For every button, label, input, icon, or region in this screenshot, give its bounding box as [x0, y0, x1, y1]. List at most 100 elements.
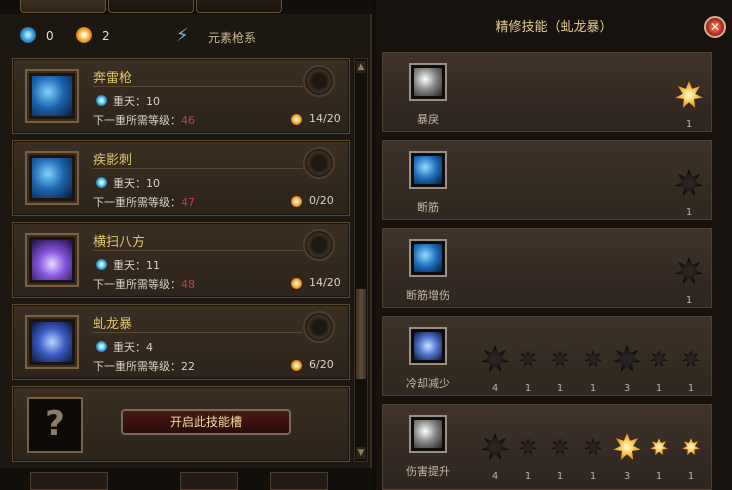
star-count: 4	[491, 383, 499, 394]
dragon-skill-icon	[32, 322, 72, 362]
scroll-thumb[interactable]	[356, 289, 366, 379]
cost-gem-icon	[291, 278, 302, 289]
perk-icon	[414, 156, 442, 184]
divider	[93, 250, 303, 251]
star-icon[interactable]	[650, 350, 668, 368]
skill-name: 虬龙暴	[93, 317, 133, 332]
star-icon[interactable]	[584, 438, 602, 456]
star-count: 1	[556, 471, 564, 482]
star-icon[interactable]	[613, 345, 641, 372]
perk-icon-frame[interactable]	[409, 327, 447, 365]
skill-rank: 重天：11	[113, 259, 160, 272]
spear-branch-icon: ⚡	[176, 25, 189, 46]
skill-icon-frame[interactable]	[25, 69, 79, 123]
skill-requirement: 下一重所需等级：48	[93, 278, 195, 291]
rank-gem-icon	[96, 95, 107, 106]
perk-row: 冷却减少 4 1 1 1 3 1 1	[382, 316, 712, 396]
star-icon[interactable]	[519, 350, 537, 368]
perk-icon-frame[interactable]	[409, 63, 447, 101]
skill-slot-button[interactable]	[303, 229, 335, 261]
star-count: 1	[524, 383, 532, 394]
skill-cost: 0/20	[309, 194, 334, 207]
star-count: 1	[685, 295, 693, 306]
orange-points: 2	[102, 29, 110, 43]
bottom-button[interactable]	[180, 472, 238, 490]
star-count: 1	[589, 383, 597, 394]
star-icon[interactable]	[682, 438, 700, 456]
perk-name: 伤害提升	[406, 465, 450, 478]
skill-slot-button[interactable]	[303, 147, 335, 179]
star-icon[interactable]	[675, 81, 703, 108]
bottom-button[interactable]	[30, 472, 108, 490]
skill-cost: 14/20	[309, 276, 341, 289]
locked-skill-slot: ? 开启此技能槽	[12, 386, 350, 462]
scrollbar[interactable]: ▲ ▼	[354, 58, 368, 462]
star-count: 3	[623, 471, 631, 482]
star-icon[interactable]	[675, 257, 703, 284]
perk-icon-frame[interactable]	[409, 151, 447, 189]
skill-requirement: 下一重所需等级：22	[93, 360, 195, 373]
perk-name: 断筋	[417, 201, 439, 214]
question-mark-icon: ?	[27, 397, 83, 453]
skill-rank: 重天：10	[113, 177, 160, 190]
perk-name: 冷却减少	[406, 377, 450, 390]
perk-row: 伤害提升 4 1 1 1 3 1 1	[382, 404, 712, 490]
skill-card[interactable]: 奔雷枪 重天：10 下一重所需等级：46 14/20	[12, 58, 350, 134]
star-count: 1	[655, 471, 663, 482]
rank-gem-icon	[96, 177, 107, 188]
blue-gem-icon	[20, 27, 36, 43]
perk-icon-frame[interactable]	[409, 239, 447, 277]
star-count: 3	[623, 383, 631, 394]
star-icon[interactable]	[481, 433, 509, 460]
skill-card[interactable]: 横扫八方 重天：11 下一重所需等级：48 14/20	[12, 222, 350, 298]
skill-slot-button[interactable]	[303, 65, 335, 97]
tab-skills[interactable]	[20, 0, 106, 13]
skill-requirement: 下一重所需等级：46	[93, 114, 195, 127]
skill-rank: 重天：10	[113, 95, 160, 108]
skill-requirement: 下一重所需等级：47	[93, 196, 195, 209]
panel-title: 精修技能（虬龙暴）	[495, 20, 613, 35]
skill-card[interactable]: 虬龙暴 重天：4 下一重所需等级：22 6/20	[12, 304, 350, 380]
cost-gem-icon	[291, 196, 302, 207]
star-count: 1	[524, 471, 532, 482]
scroll-up-icon[interactable]: ▲	[356, 61, 366, 73]
star-count: 1	[589, 471, 597, 482]
scroll-down-icon[interactable]: ▼	[356, 447, 366, 459]
close-icon[interactable]: ✕	[704, 16, 726, 38]
perk-icon	[414, 68, 442, 96]
cost-gem-icon	[291, 114, 302, 125]
star-icon[interactable]	[650, 438, 668, 456]
skill-icon-frame[interactable]	[25, 315, 79, 369]
skill-card[interactable]: 疾影刺 重天：10 下一重所需等级：47 0/20	[12, 140, 350, 216]
bottom-button[interactable]	[270, 472, 328, 490]
star-icon[interactable]	[682, 350, 700, 368]
skill-cost: 6/20	[309, 358, 334, 371]
skill-name: 奔雷枪	[93, 71, 133, 86]
perk-row: 断筋增伤 1	[382, 228, 712, 308]
star-count: 1	[685, 119, 693, 130]
star-count: 1	[556, 383, 564, 394]
sweep-skill-icon	[32, 240, 72, 280]
perk-icon-frame[interactable]	[409, 415, 447, 453]
perk-icon	[414, 420, 442, 448]
skill-slot-button[interactable]	[303, 311, 335, 343]
tab-second[interactable]	[108, 0, 194, 13]
star-icon[interactable]	[551, 438, 569, 456]
star-icon[interactable]	[551, 350, 569, 368]
skill-icon-frame[interactable]	[25, 233, 79, 287]
star-icon[interactable]	[584, 350, 602, 368]
star-icon[interactable]	[519, 438, 537, 456]
skill-rank: 重天：4	[113, 341, 153, 354]
blue-points: 0	[46, 29, 54, 43]
star-icon[interactable]	[481, 345, 509, 372]
star-count: 1	[655, 383, 663, 394]
divider	[93, 168, 303, 169]
cost-gem-icon	[291, 360, 302, 371]
star-icon[interactable]	[675, 169, 703, 196]
skill-icon-frame[interactable]	[25, 151, 79, 205]
skill-name: 疾影刺	[93, 153, 133, 168]
skill-cost: 14/20	[309, 112, 341, 125]
star-icon[interactable]	[613, 433, 641, 460]
open-slot-button[interactable]: 开启此技能槽	[121, 409, 291, 435]
tab-third[interactable]	[196, 0, 282, 13]
